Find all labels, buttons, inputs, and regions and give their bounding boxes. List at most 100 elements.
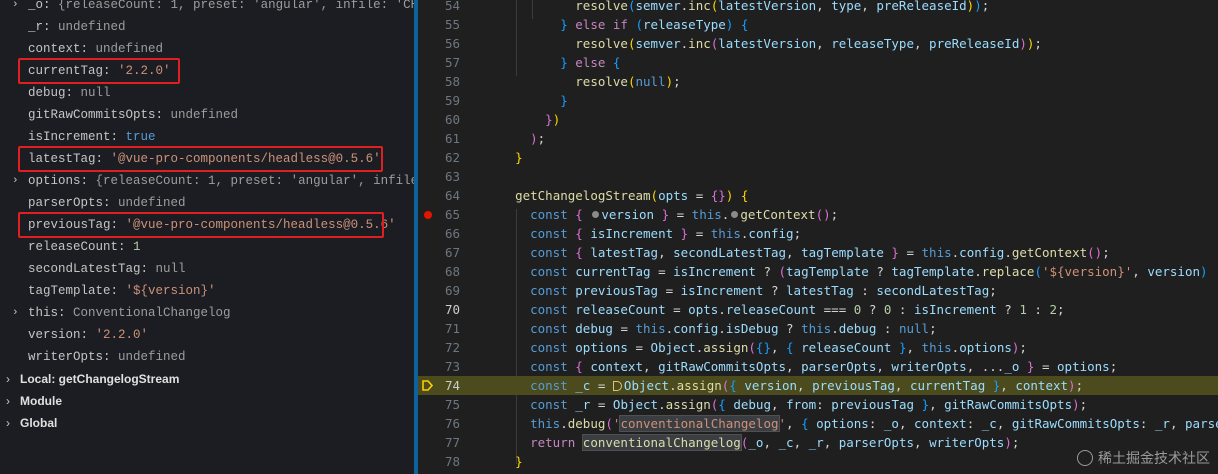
- variable-value: '2.2.0': [95, 328, 149, 342]
- variable-row-gitRawCommitsOpts[interactable]: gitRawCommitsOpts: undefined: [0, 104, 414, 126]
- chevron-right-icon[interactable]: ›: [6, 390, 10, 412]
- code-text: } else if (releaseType) {: [560, 17, 749, 32]
- variable-row-version[interactable]: version: '2.2.0': [0, 324, 414, 346]
- chevron-right-icon[interactable]: ›: [12, 170, 22, 192]
- code-line-56[interactable]: 56 resolve(semver.inc(latestVersion, rel…: [418, 34, 1218, 53]
- line-number: 75: [444, 397, 460, 412]
- line-number: 56: [444, 36, 460, 51]
- code-line-74-current[interactable]: 74 const _c = Object.assign({ version, p…: [418, 376, 1218, 395]
- variable-value: undefined: [118, 196, 186, 210]
- code-text: const { context, gitRawCommitsOpts, pars…: [530, 359, 1118, 374]
- annotation-highlight-box: [18, 58, 180, 84]
- code-line-57[interactable]: 57 } else {: [418, 53, 1218, 72]
- line-number: 59: [444, 93, 460, 108]
- juejin-logo-icon: [1077, 450, 1093, 466]
- code-text: const { latestTag, secondLatestTag, tagT…: [530, 245, 1110, 260]
- code-line-71[interactable]: 71 const debug = this.config.isDebug ? t…: [418, 319, 1218, 338]
- variable-name: _r: [28, 20, 44, 34]
- code-line-64[interactable]: 64 getChangelogStream(opts = {}) {: [418, 186, 1218, 205]
- separator: :: [103, 196, 119, 210]
- variable-row-writerOpts[interactable]: writerOpts: undefined: [0, 346, 414, 368]
- code-text: resolve(null);: [575, 74, 681, 89]
- code-text: }): [545, 112, 561, 127]
- variable-row-ur[interactable]: _r: undefined: [0, 16, 414, 38]
- code-text: const _r = Object.assign({ debug, from: …: [530, 397, 1088, 412]
- scope-label: Global: [20, 416, 58, 430]
- variable-row-tagTemplate[interactable]: tagTemplate: '${version}': [0, 280, 414, 302]
- scope-label: Module: [20, 394, 62, 408]
- variable-row-uo[interactable]: › _o: {releaseCount: 1, preset: 'angular'…: [0, 0, 414, 16]
- code-line-68[interactable]: 68 const currentTag = isIncrement ? (tag…: [418, 262, 1218, 281]
- code-text: const { isIncrement } = this.config;: [530, 226, 802, 241]
- code-line-73[interactable]: 73 const { context, gitRawCommitsOpts, p…: [418, 357, 1218, 376]
- variable-row-releaseCount[interactable]: releaseCount: 1: [0, 236, 414, 258]
- chevron-right-icon[interactable]: ›: [12, 0, 22, 16]
- variable-name: _o: [28, 0, 44, 12]
- scope-label: Local: getChangelogStream: [20, 372, 180, 386]
- variable-name: context: [28, 42, 81, 56]
- variable-name: debug: [28, 86, 66, 100]
- code-line-54[interactable]: 54 resolve(semver.inc(latestVersion, typ…: [418, 0, 1218, 15]
- code-line-69[interactable]: 69 const previousTag = isIncrement ? lat…: [418, 281, 1218, 300]
- line-number: 76: [444, 416, 460, 431]
- code-line-60[interactable]: 60 }): [418, 110, 1218, 129]
- code-line-72[interactable]: 72 const options = Object.assign({}, { r…: [418, 338, 1218, 357]
- line-number: 57: [444, 55, 460, 70]
- variable-name: tagTemplate: [28, 284, 111, 298]
- variable-row-this[interactable]: › this: ConventionalChangelog: [0, 302, 414, 324]
- line-number: 72: [444, 340, 460, 355]
- variable-row-context[interactable]: context: undefined: [0, 38, 414, 60]
- code-line-59[interactable]: 59 }: [418, 91, 1218, 110]
- variable-row-isIncrement[interactable]: isIncrement: true: [0, 126, 414, 148]
- separator: :: [140, 262, 156, 276]
- separator: :: [103, 350, 119, 364]
- variable-value: undefined: [58, 20, 126, 34]
- code-text: const currentTag = isIncrement ? (tagTem…: [530, 264, 1208, 279]
- code-text: const releaseCount = opts.releaseCount =…: [530, 302, 1065, 317]
- variable-value: {releaseCount: 1, preset: 'angular', inf…: [95, 174, 414, 188]
- code-text: getChangelogStream(opts = {}) {: [515, 188, 749, 203]
- line-number: 66: [444, 226, 460, 241]
- code-line-65[interactable]: 65 const { version } = this. getContext()…: [418, 205, 1218, 224]
- code-line-70[interactable]: 70 const releaseCount = opts.releaseCoun…: [418, 300, 1218, 319]
- chevron-right-icon[interactable]: ›: [6, 412, 10, 434]
- variable-row-secondLatestTag[interactable]: secondLatestTag: null: [0, 258, 414, 280]
- line-number: 70: [444, 302, 460, 317]
- line-number: 67: [444, 245, 460, 260]
- code-line-76[interactable]: 76 this.debug('conventionalChangelog', {…: [418, 414, 1218, 433]
- chevron-right-icon[interactable]: ›: [6, 368, 10, 390]
- line-number: 69: [444, 283, 460, 298]
- separator: :: [65, 86, 81, 100]
- code-editor[interactable]: 54 resolve(semver.inc(latestVersion, typ…: [418, 0, 1218, 474]
- code-line-58[interactable]: 58 resolve(null);: [418, 72, 1218, 91]
- line-number: 64: [444, 188, 460, 203]
- variable-name: writerOpts: [28, 350, 104, 364]
- variable-row-parserOpts[interactable]: parserOpts: undefined: [0, 192, 414, 214]
- chevron-right-icon[interactable]: ›: [12, 302, 22, 324]
- variable-value: null: [80, 86, 111, 100]
- variable-row-options[interactable]: › options: {releaseCount: 1, preset: 'ang…: [0, 170, 414, 192]
- code-line-63[interactable]: 63: [418, 167, 1218, 186]
- code-line-62[interactable]: 62 }: [418, 148, 1218, 167]
- variable-name: releaseCount: [28, 240, 119, 254]
- inline-execution-icon: [612, 381, 622, 391]
- code-line-75[interactable]: 75 const _r = Object.assign({ debug, fro…: [418, 395, 1218, 414]
- code-line-55[interactable]: 55 } else if (releaseType) {: [418, 15, 1218, 34]
- code-text: const _c = Object.assign({ version, prev…: [530, 378, 1084, 393]
- separator: :: [155, 108, 171, 122]
- code-line-66[interactable]: 66 const { isIncrement } = this.config;: [418, 224, 1218, 243]
- line-number: 68: [444, 264, 460, 279]
- annotation-highlight-box: [18, 146, 383, 172]
- code-text: return conventionalChangelog(_o, _c, _r,…: [530, 434, 1020, 451]
- variable-value: '${version}': [125, 284, 216, 298]
- inline-breakpoint-icon[interactable]: [592, 211, 600, 218]
- code-text: const previousTag = isIncrement ? latest…: [530, 283, 997, 298]
- inline-breakpoint-icon[interactable]: [731, 211, 739, 218]
- code-text: this.debug('conventionalChangelog', { op…: [530, 415, 1218, 432]
- variable-name: this: [28, 306, 59, 320]
- code-line-61[interactable]: 61 );: [418, 129, 1218, 148]
- separator: :: [43, 20, 59, 34]
- code-line-67[interactable]: 67 const { latestTag, secondLatestTag, t…: [418, 243, 1218, 262]
- variable-name: secondLatestTag: [28, 262, 141, 276]
- variable-row-debug[interactable]: debug: null: [0, 82, 414, 104]
